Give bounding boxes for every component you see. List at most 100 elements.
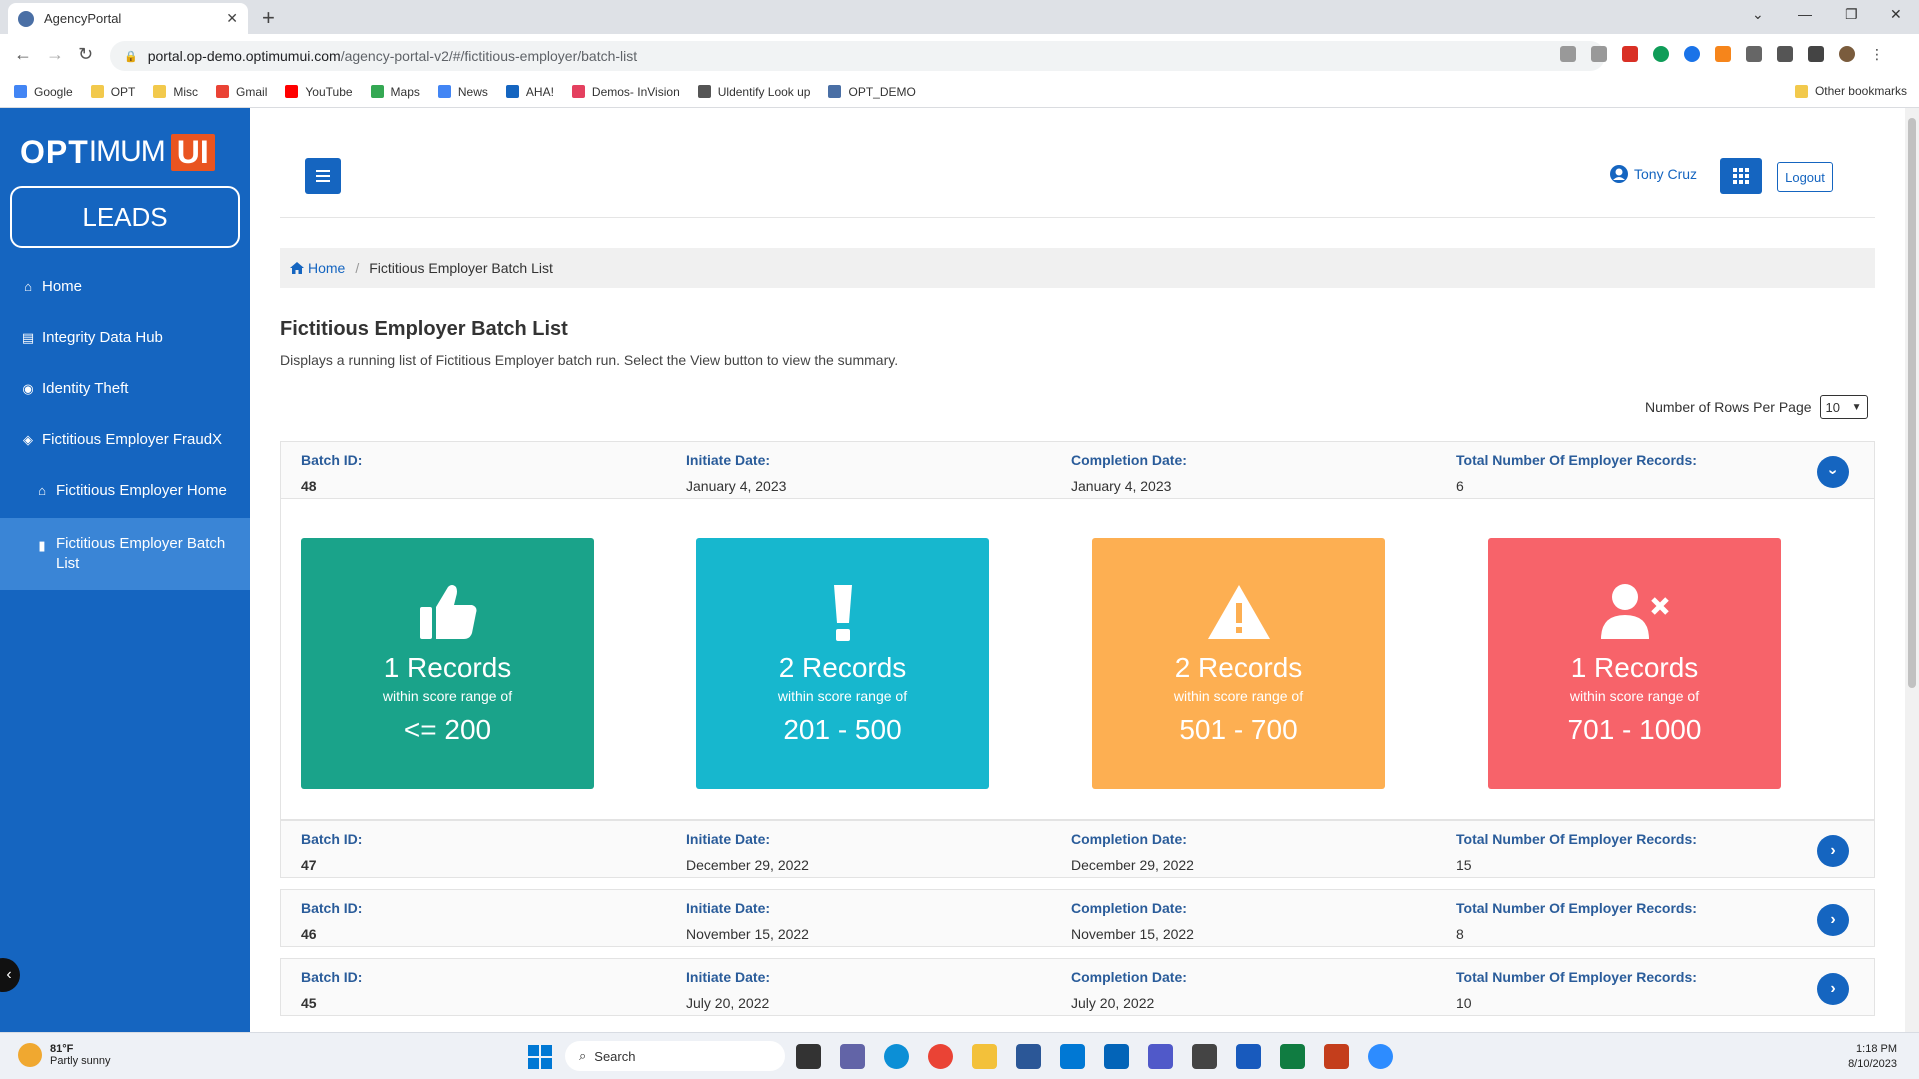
user-menu[interactable]: Tony Cruz [1610,165,1697,183]
completion-date-label: Completion Date: [1071,831,1187,847]
total-records-label: Total Number Of Employer Records: [1456,452,1697,468]
task-view-icon[interactable] [796,1044,821,1069]
new-tab-icon[interactable]: + [262,5,275,31]
chrome-icon[interactable] [928,1044,953,1069]
sidebar: OPT IMUM UI LEADS ⌂ Home ▤ Integrity Dat… [0,108,250,1032]
close-icon[interactable]: ✕ [226,10,238,27]
breadcrumb-separator: / [355,260,360,276]
rows-per-page-select[interactable]: 10 ▼ [1819,395,1868,419]
store-icon[interactable] [1016,1044,1041,1069]
grammarly-icon[interactable] [1653,46,1669,62]
profile-avatar-icon[interactable] [1839,46,1855,62]
url-input[interactable]: 🔒 portal.op-demo.optimumui.com/agency-po… [110,41,1605,71]
app-logo[interactable]: OPT IMUM UI [20,130,215,174]
back-icon[interactable]: ← [14,44,32,65]
other-bookmarks[interactable]: Other bookmarks [1794,84,1907,98]
minimize-icon[interactable]: — [1798,6,1812,22]
initiate-date-value: January 4, 2023 [686,478,787,494]
teams-chat-icon[interactable] [840,1044,865,1069]
windows-start-icon[interactable] [528,1045,552,1069]
tile-range-label: within score range of [382,688,513,704]
sidebar-item-fictitious-employer-fraudx[interactable]: ◈ Fictitious Employer FraudX [0,431,250,448]
initiate-date-value: December 29, 2022 [686,857,809,873]
sidebar-item-home[interactable]: ⌂ Home [0,278,250,295]
outlook-icon[interactable] [1104,1044,1129,1069]
view-batch-button[interactable]: › [1817,904,1849,936]
mail-icon[interactable] [1060,1044,1085,1069]
bookmark[interactable]: AHA! [505,85,554,99]
batch-id-label: Batch ID: [301,969,363,985]
share-icon[interactable] [1560,46,1576,62]
bookmark[interactable]: Demos- InVision [571,85,680,99]
reload-icon[interactable]: ↻ [78,44,93,65]
view-batch-button[interactable]: › [1817,835,1849,867]
bookmark[interactable]: Uldentify Look up [697,85,810,99]
close-window-icon[interactable]: ✕ [1890,6,1902,23]
bookmark[interactable]: Maps [370,85,420,99]
main-content: Tony Cruz Logout Home / Fictitious Emplo… [250,108,1905,1032]
restore-icon[interactable]: ❐ [1845,6,1858,23]
sidebar-item-fictitious-employer-batch-list[interactable]: ▮ Fictitious Employer Batch List [0,518,250,590]
completion-date-label: Completion Date: [1071,900,1187,916]
sidebar-item-integrity-data-hub[interactable]: ▤ Integrity Data Hub [0,329,250,346]
top-navbar: Tony Cruz Logout [280,108,1875,218]
word-icon[interactable] [1236,1044,1261,1069]
home-icon: ⌂ [38,483,46,498]
bookmark[interactable]: YouTube [285,85,353,99]
star-icon[interactable] [1591,46,1607,62]
excel-icon[interactable] [1280,1044,1305,1069]
news-icon [437,85,451,98]
extension-icon[interactable] [1746,46,1762,62]
app-grid-button[interactable] [1720,158,1762,194]
initiate-date-label: Initiate Date: [686,452,771,468]
sidepanel-icon[interactable] [1808,46,1824,62]
file-explorer-icon[interactable] [972,1044,997,1069]
zoom-icon[interactable] [1368,1044,1393,1069]
bookmark[interactable]: OPT_DEMO [828,85,916,99]
logout-button[interactable]: Logout [1777,162,1833,192]
weather-widget[interactable]: 81°F Partly sunny [18,1043,111,1067]
page-scrollbar[interactable] [1905,108,1919,1032]
powerpoint-icon[interactable] [1324,1044,1349,1069]
scrollbar-thumb[interactable] [1908,118,1916,688]
menu-toggle-button[interactable] [305,158,341,194]
tile-range-label: within score range of [1173,688,1304,704]
puzzle-icon[interactable] [1777,46,1793,62]
forward-icon[interactable]: → [46,44,64,65]
sidebar-item-fictitious-employer-home[interactable]: ⌂ Fictitious Employer Home [0,482,250,499]
site-favicon-icon [828,85,842,98]
app-icon[interactable] [1192,1044,1217,1069]
aha-icon [505,85,519,98]
bookmark[interactable]: OPT [90,85,135,99]
view-batch-button[interactable]: › [1817,973,1849,1005]
extension-icon[interactable] [1684,46,1700,62]
browser-tab[interactable]: AgencyPortal ✕ [8,3,248,34]
chevron-down-icon: ▼ [1851,401,1862,413]
bookmark[interactable]: News [437,85,488,99]
bookmark[interactable]: Misc [153,85,198,99]
taskbar-search-input[interactable]: ⌕ Search [565,1041,785,1071]
sidebar-item-identity-theft[interactable]: ◉ Identity Theft [0,380,250,397]
windows-taskbar: 81°F Partly sunny ⌕ Search 1:18 PM 8/10/… [0,1032,1919,1079]
thumbs-up-icon [418,582,478,642]
system-clock[interactable]: 1:18 PM 8/10/2023 [1848,1042,1897,1072]
tags-icon: ◈ [23,431,33,447]
tile-range: 701 - 1000 [1567,714,1702,745]
bookmark[interactable]: Google [14,85,73,99]
breadcrumb: Home / Fictitious Employer Batch List [280,248,1875,288]
more-menu-icon[interactable]: ⋮ [1870,46,1886,62]
metamask-icon[interactable] [1715,46,1731,62]
batch-summary-panel: 1 Records within score range of <= 200 2… [280,499,1875,820]
tile-record-count: 1 Records [383,652,512,683]
folder-icon [90,85,104,98]
logo-part-3: UI [170,133,215,171]
pdf-extension-icon[interactable] [1622,46,1638,62]
chevron-right-icon: › [1830,980,1836,997]
edge-icon[interactable] [884,1044,909,1069]
breadcrumb-home-link[interactable]: Home [290,260,345,276]
teams-icon[interactable] [1148,1044,1173,1069]
view-batch-button[interactable]: › [1817,456,1849,488]
tile-range: 501 - 700 [1179,714,1298,745]
bookmark[interactable]: Gmail [216,85,267,99]
chevron-down-icon[interactable]: ⌄ [1752,6,1764,23]
